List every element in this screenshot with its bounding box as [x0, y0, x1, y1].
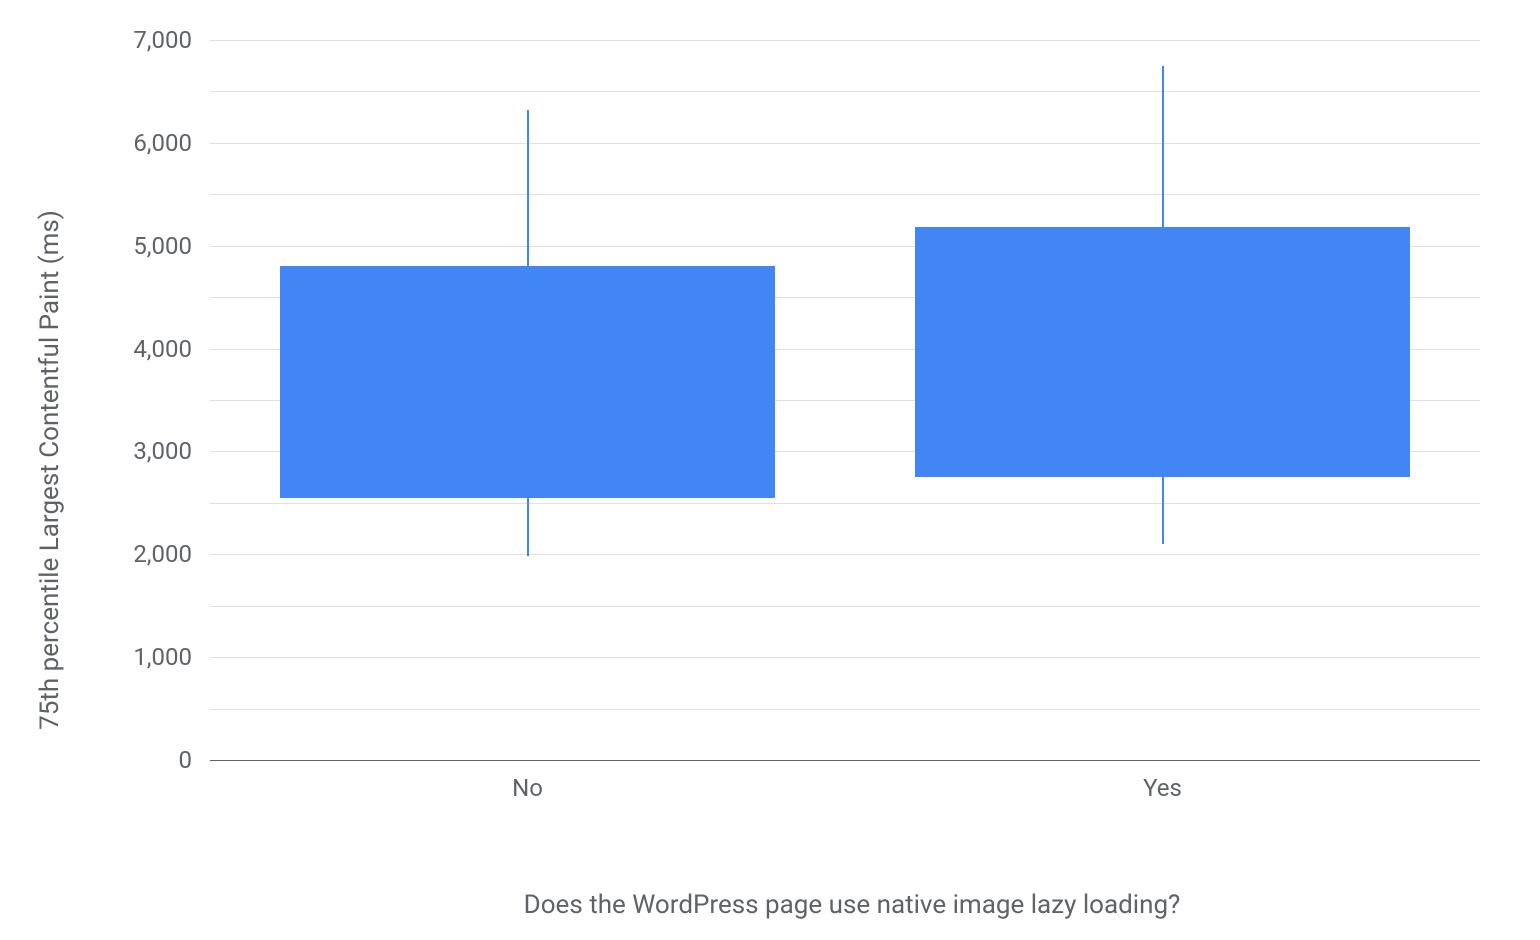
- y-tick-label: 5,000: [133, 232, 192, 260]
- whisker-high: [1162, 66, 1164, 227]
- grid-line: [210, 40, 1480, 41]
- plot-area: 01,0002,0003,0004,0005,0006,0007,000NoYe…: [210, 40, 1480, 760]
- box-yes: [915, 227, 1410, 477]
- x-tick-label: No: [512, 774, 543, 802]
- y-tick-label: 7,000: [133, 26, 192, 54]
- grid-line-minor: [210, 606, 1480, 607]
- y-axis-label: 75th percentile Largest Contentful Paint…: [35, 210, 65, 730]
- box-no: [280, 266, 775, 497]
- y-tick-label: 6,000: [133, 129, 192, 157]
- y-tick-label: 3,000: [133, 437, 192, 465]
- y-tick-label: 4,000: [133, 335, 192, 363]
- grid-line-minor: [210, 194, 1480, 195]
- grid-line: [210, 143, 1480, 144]
- x-axis-label: Does the WordPress page use native image…: [524, 890, 1181, 920]
- grid-line: [210, 657, 1480, 658]
- grid-line-minor: [210, 709, 1480, 710]
- grid-line: [210, 554, 1480, 555]
- y-tick-label: 1,000: [133, 643, 192, 671]
- grid-line-minor: [210, 91, 1480, 92]
- x-axis-line: [210, 760, 1480, 761]
- whisker-low: [527, 498, 529, 557]
- whisker-high: [527, 110, 529, 266]
- x-tick-label: Yes: [1143, 774, 1182, 802]
- chart-container: 75th percentile Largest Contentful Paint…: [60, 30, 1500, 910]
- whisker-low: [1162, 477, 1164, 544]
- y-tick-label: 2,000: [133, 540, 192, 568]
- y-tick-label: 0: [179, 746, 193, 774]
- grid-line-minor: [210, 503, 1480, 504]
